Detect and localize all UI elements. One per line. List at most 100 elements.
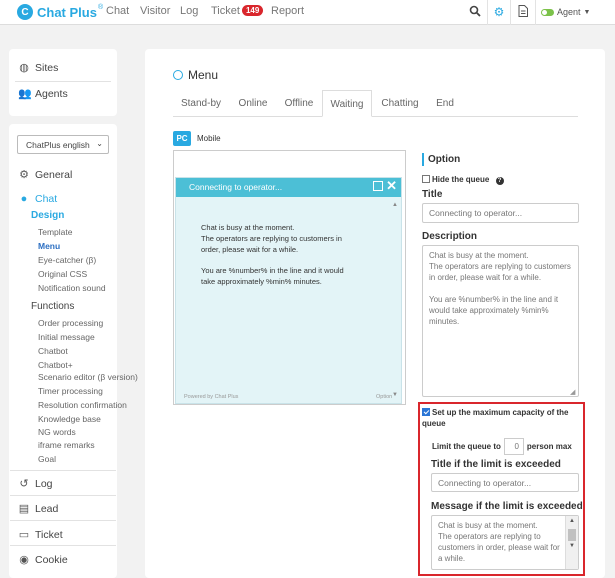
sidebar-item-cookie[interactable]: ◉ Cookie bbox=[18, 553, 68, 567]
nav-report[interactable]: Report bbox=[271, 5, 304, 17]
document-icon[interactable] bbox=[516, 5, 530, 19]
scrollbar-thumb[interactable] bbox=[568, 529, 576, 541]
search-icon[interactable] bbox=[468, 5, 482, 19]
divider bbox=[10, 545, 116, 546]
top-bar: C Chat Plus ® Chat Visitor Log Ticket 149… bbox=[0, 0, 615, 25]
sidebar-item-label: Ticket bbox=[35, 528, 63, 541]
sidebar-item-lead[interactable]: ▤ Lead bbox=[18, 502, 59, 516]
tab-waiting[interactable]: Waiting bbox=[322, 90, 372, 117]
sidebar-sub-iframe-remarks[interactable]: iframe remarks bbox=[38, 440, 95, 450]
sidebar-section-functions[interactable]: Functions bbox=[31, 301, 74, 312]
users-icon: 👥 bbox=[18, 88, 32, 100]
chat-message-2: You are %number% in the line and it woul… bbox=[201, 266, 344, 286]
chat-preview-window: Connecting to operator... ✕ Chat is busy… bbox=[175, 177, 402, 404]
tab-online[interactable]: Online bbox=[232, 90, 274, 117]
sidebar-sub-eye-catcher[interactable]: Eye-catcher (β) bbox=[38, 255, 96, 265]
option-title: Option bbox=[422, 153, 460, 166]
chatplus-logo-icon: C bbox=[17, 4, 33, 20]
sidebar-item-label: General bbox=[35, 168, 73, 181]
exceed-title-input[interactable]: Connecting to operator... bbox=[431, 473, 579, 492]
globe-icon: ◍ bbox=[19, 62, 29, 74]
gear-icon[interactable]: ⚙ bbox=[492, 5, 506, 19]
hide-queue-label: Hide the queue bbox=[432, 175, 490, 184]
sidebar-top-panel: ◍ Sites 👥 Agents bbox=[9, 49, 117, 116]
chat-preview-header: Connecting to operator... ✕ bbox=[176, 178, 401, 197]
history-icon: ↺ bbox=[19, 478, 29, 490]
language-select-value: ChatPlus english bbox=[26, 140, 90, 150]
title-label: Title bbox=[422, 189, 443, 200]
resize-handle-icon[interactable]: ◢ bbox=[570, 388, 575, 396]
page-title-text: Menu bbox=[188, 68, 219, 82]
exceed-title-label: Title if the limit is exceeded bbox=[431, 459, 561, 470]
option-link[interactable]: Option bbox=[376, 394, 392, 400]
limit-suffix: person max bbox=[526, 442, 572, 451]
close-icon[interactable]: ✕ bbox=[386, 178, 397, 194]
status-toggle-icon bbox=[541, 8, 554, 16]
sidebar-item-ticket[interactable]: ▭ Ticket bbox=[18, 528, 63, 542]
max-capacity-checkbox[interactable]: Set up the maximum capacity of the queue bbox=[422, 407, 582, 429]
sidebar-item-general[interactable]: ⚙ General bbox=[18, 168, 73, 182]
sidebar-sub-notification-sound[interactable]: Notification sound bbox=[38, 283, 106, 293]
sidebar-item-log[interactable]: ↺ Log bbox=[18, 477, 53, 491]
hide-queue-checkbox[interactable]: Hide the queue ? bbox=[422, 175, 504, 185]
sidebar-item-label: Log bbox=[35, 477, 53, 490]
divider bbox=[10, 495, 116, 496]
nav-log[interactable]: Log bbox=[180, 5, 198, 17]
chat-bubble-icon: ● bbox=[20, 193, 28, 205]
cookie-icon: ◉ bbox=[19, 554, 29, 566]
tab-stand-by[interactable]: Stand-by bbox=[173, 90, 229, 117]
powered-by-text: Powered by Chat Plus bbox=[184, 394, 239, 400]
sidebar-sub-order-processing[interactable]: Order processing bbox=[38, 318, 103, 328]
logo[interactable]: C Chat Plus ® bbox=[17, 4, 103, 20]
help-icon[interactable]: ? bbox=[495, 177, 504, 185]
nav-chat[interactable]: Chat bbox=[106, 5, 129, 17]
agent-label: Agent bbox=[557, 7, 581, 17]
caret-down-icon: ▼ bbox=[583, 8, 591, 16]
sidebar-sub-goal[interactable]: Goal bbox=[38, 454, 56, 464]
tab-chatting[interactable]: Chatting bbox=[374, 90, 426, 117]
limit-input[interactable]: 0 bbox=[503, 438, 524, 455]
sidebar-item-chat[interactable]: ● Chat bbox=[18, 193, 58, 205]
sidebar-item-agents[interactable]: 👥 Agents bbox=[18, 87, 68, 101]
tab-end[interactable]: End bbox=[430, 90, 460, 117]
sidebar-sub-initial-message[interactable]: Initial message bbox=[38, 332, 95, 342]
scroll-down-icon[interactable]: ▼ bbox=[569, 543, 575, 549]
sidebar-sub-scenario-editor[interactable]: Scenario editor (β version) bbox=[38, 372, 138, 382]
scroll-up-icon[interactable]: ▲ bbox=[392, 202, 398, 208]
tab-offline[interactable]: Offline bbox=[278, 90, 320, 117]
sidebar-section-design[interactable]: Design bbox=[31, 210, 64, 221]
sidebar-sub-menu[interactable]: Menu bbox=[38, 241, 60, 251]
device-pc-button[interactable]: PC bbox=[173, 131, 191, 146]
sidebar-sub-chatbot[interactable]: Chatbot bbox=[38, 346, 68, 356]
divider bbox=[535, 0, 536, 25]
minimize-icon[interactable] bbox=[373, 181, 383, 191]
sidebar-sub-template[interactable]: Template bbox=[38, 227, 73, 237]
description-textarea[interactable]: Chat is busy at the moment. The operator… bbox=[422, 245, 579, 397]
sidebar-sub-knowledge-base[interactable]: Knowledge base bbox=[38, 414, 101, 424]
textarea-scrollbar[interactable]: ▲ ▼ bbox=[565, 516, 578, 569]
divider bbox=[15, 81, 111, 82]
exceed-message-textarea[interactable]: Chat is busy at the moment. The operator… bbox=[431, 515, 579, 570]
agent-status-menu[interactable]: Agent ▼ bbox=[541, 7, 590, 17]
sidebar-sub-timer-processing[interactable]: Timer processing bbox=[38, 386, 103, 396]
scroll-up-icon[interactable]: ▲ bbox=[569, 518, 575, 524]
chevron-down-icon: ⌄ bbox=[96, 139, 103, 148]
language-select[interactable]: ChatPlus english ⌄ bbox=[17, 135, 109, 154]
sidebar-sub-original-css[interactable]: Original CSS bbox=[38, 269, 87, 279]
sidebar-sub-chatbot-plus[interactable]: Chatbot+ bbox=[38, 360, 73, 370]
device-mobile-button[interactable]: Mobile bbox=[197, 134, 221, 143]
nav-ticket[interactable]: Ticket 149 bbox=[211, 5, 264, 17]
sidebar-sub-resolution-confirmation[interactable]: Resolution confirmation bbox=[38, 400, 127, 410]
max-capacity-label: Set up the maximum capacity of the queue bbox=[422, 408, 569, 428]
circle-icon bbox=[173, 70, 183, 80]
limit-prefix: Limit the queue to bbox=[432, 442, 501, 451]
title-input[interactable]: Connecting to operator... bbox=[422, 203, 579, 223]
scroll-down-icon[interactable]: ▼ bbox=[392, 392, 398, 398]
checkbox-icon bbox=[422, 175, 430, 183]
sidebar-sub-ng-words[interactable]: NG words bbox=[38, 427, 76, 437]
sidebar-item-sites[interactable]: ◍ Sites bbox=[18, 61, 58, 75]
divider bbox=[10, 470, 116, 471]
limit-row: Limit the queue to 0 person max bbox=[432, 438, 572, 455]
ticket-icon: ▭ bbox=[18, 529, 30, 541]
nav-visitor[interactable]: Visitor bbox=[140, 5, 170, 17]
